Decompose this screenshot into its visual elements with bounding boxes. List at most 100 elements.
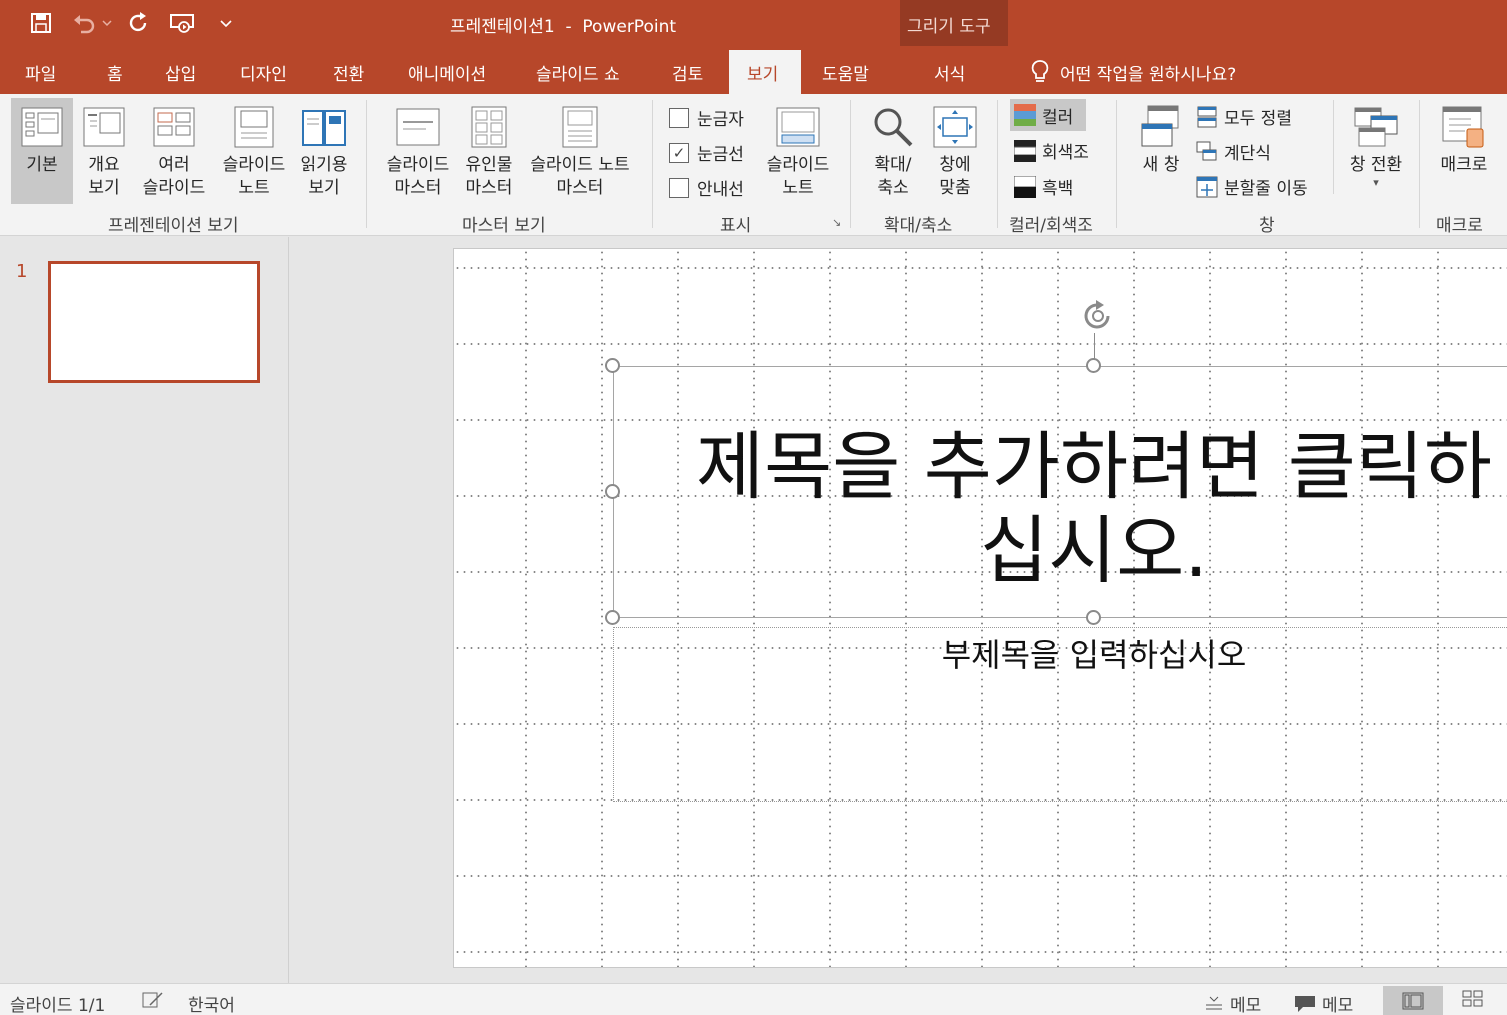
macros-button[interactable]: 매크로 <box>1428 98 1500 177</box>
guides-checkbox[interactable]: 안내선 <box>669 175 744 200</box>
rotate-handle-icon[interactable] <box>1078 299 1118 337</box>
comments-toggle-button[interactable]: 메모 <box>1294 991 1353 1015</box>
tell-me-box[interactable]: 어떤 작업을 원하시나요? <box>1030 59 1236 85</box>
ribbon-view: 기본 개요 보기 여러 슬라이드 슬라이드 노트 읽기용 보기 프레젠테이션 보… <box>0 94 1507 236</box>
tab-view[interactable]: 보기 <box>729 50 801 95</box>
notes-page-button[interactable]: 슬라이드 노트 <box>216 98 292 200</box>
bw-mode-button[interactable]: 흑백 <box>1014 174 1073 199</box>
grayscale-mode-button[interactable]: 회색조 <box>1014 138 1089 163</box>
normal-view-status-button[interactable] <box>1383 986 1443 1015</box>
group-label-pres-views: 프레젠테이션 보기 <box>108 216 239 236</box>
reading-view-button[interactable]: 읽기용 보기 <box>294 98 354 200</box>
notes-pane-button[interactable]: 슬라이드 노트 <box>760 98 836 200</box>
reading-view-label-2: 보기 <box>308 178 340 198</box>
slide[interactable]: 제목을 추가하려면 클릭하 십시오. 부제목을 입력하십시오 <box>453 248 1507 968</box>
tab-view-label: 보기 <box>747 65 779 85</box>
ribbon-separator <box>850 100 851 228</box>
tab-home[interactable]: 홈 <box>107 60 123 85</box>
arrange-all-button[interactable]: 모두 정렬 <box>1196 104 1292 129</box>
normal-view-button[interactable]: 기본 <box>11 98 73 204</box>
slide-sorter-icon <box>136 104 212 150</box>
ribbon-separator <box>997 100 998 228</box>
lightbulb-icon <box>1031 60 1049 82</box>
slideshow-from-start-icon[interactable] <box>168 10 196 36</box>
gridlines-checkbox[interactable]: ✓ 눈금선 <box>669 140 744 165</box>
show-dialog-launcher-icon[interactable]: ↘ <box>832 216 841 229</box>
zoom-label-1: 확대/ <box>874 155 912 175</box>
ruler-checkbox[interactable]: 눈금자 <box>669 105 744 130</box>
title-bar: 프레젠테이션1 - PowerPoint <box>0 0 1507 46</box>
tab-animations[interactable]: 애니메이션 <box>408 60 486 85</box>
comment-icon <box>1295 995 1315 1012</box>
resize-handle-left[interactable] <box>605 484 620 499</box>
notes-icon <box>1206 996 1222 1009</box>
tab-transitions[interactable]: 전환 <box>333 60 364 85</box>
zoom-button[interactable]: 확대/ 축소 <box>864 98 922 200</box>
notes-toggle-button[interactable]: 메모 <box>1204 991 1261 1015</box>
handout-master-label-1: 유인물 <box>465 155 513 175</box>
resize-handle-bottom[interactable] <box>1086 610 1101 625</box>
outline-view-button[interactable]: 개요 보기 <box>76 98 132 200</box>
notes-page-label-2: 노트 <box>238 178 270 198</box>
slide-sorter-button[interactable]: 여러 슬라이드 <box>136 98 212 200</box>
resize-handle-bottom-left[interactable] <box>605 610 620 625</box>
new-window-button[interactable]: 새 창 <box>1130 98 1192 177</box>
slide-number: 1 <box>16 261 28 282</box>
group-label-color: 컬러/회색조 <box>1009 216 1093 236</box>
undo-icon[interactable] <box>70 10 98 36</box>
outline-view-label-1: 개요 <box>88 155 120 175</box>
undo-dropdown-icon[interactable] <box>100 10 114 36</box>
new-window-icon <box>1130 104 1192 150</box>
subtitle-placeholder[interactable]: 부제목을 입력하십시오 <box>613 627 1507 802</box>
slide-thumbnail[interactable] <box>48 261 260 383</box>
redo-icon[interactable] <box>125 10 153 36</box>
customize-qat-icon[interactable] <box>216 10 236 36</box>
spellcheck-icon[interactable] <box>142 991 164 1009</box>
tab-file[interactable]: 파일 <box>25 60 56 85</box>
grayscale-mode-label: 회색조 <box>1042 143 1089 163</box>
title-placeholder-line-2: 십시오. <box>980 508 1208 594</box>
slide-master-icon <box>378 104 458 150</box>
resize-handle-top-left[interactable] <box>605 358 620 373</box>
magnifier-icon <box>864 104 922 150</box>
tab-insert[interactable]: 삽입 <box>165 60 196 85</box>
handout-master-button[interactable]: 유인물 마스터 <box>458 98 520 200</box>
move-split-button[interactable]: 분할줄 이동 <box>1196 174 1308 199</box>
language-indicator[interactable]: 한국어 <box>188 991 235 1015</box>
tell-me-text: 어떤 작업을 원하시나요? <box>1060 64 1237 85</box>
bw-mode-label: 흑백 <box>1042 179 1074 199</box>
arrange-all-label: 모두 정렬 <box>1224 109 1292 129</box>
slide-thumbnail-pane: 1 <box>0 237 289 983</box>
fit-to-window-button[interactable]: 창에 맞춤 <box>926 98 984 200</box>
tab-help[interactable]: 도움말 <box>822 60 869 85</box>
notes-master-icon <box>522 104 638 150</box>
resize-handle-top[interactable] <box>1086 358 1101 373</box>
group-label-window: 창 <box>1259 216 1275 236</box>
color-swatch-icon <box>1014 104 1036 126</box>
outline-view-label-2: 보기 <box>88 178 120 198</box>
color-mode-button[interactable]: 컬러 <box>1010 99 1086 131</box>
move-split-label: 분할줄 이동 <box>1224 179 1308 199</box>
color-mode-label: 컬러 <box>1042 107 1074 128</box>
switch-windows-button[interactable]: 창 전환 ▾ <box>1340 98 1412 189</box>
tab-format[interactable]: 서식 <box>934 60 965 85</box>
save-icon[interactable] <box>28 10 54 36</box>
ribbon-separator <box>1116 100 1117 228</box>
handout-master-icon <box>458 104 520 150</box>
tab-slideshow[interactable]: 슬라이드 쇼 <box>536 60 620 85</box>
notes-toggle-label: 메모 <box>1230 996 1262 1015</box>
title-placeholder[interactable]: 제목을 추가하려면 클릭하 십시오. <box>613 366 1507 618</box>
cascade-button[interactable]: 계단식 <box>1196 139 1271 164</box>
slide-sorter-status-icon[interactable] <box>1462 990 1484 1008</box>
macros-icon <box>1428 104 1500 150</box>
ribbon-separator <box>366 100 367 228</box>
notes-master-button[interactable]: 슬라이드 노트 마스터 <box>522 98 638 200</box>
zoom-label-2: 축소 <box>877 178 909 198</box>
tab-review[interactable]: 검토 <box>672 60 703 85</box>
ribbon-separator <box>1419 100 1420 228</box>
slide-master-button[interactable]: 슬라이드 마스터 <box>378 98 458 200</box>
normal-view-icon <box>11 104 73 150</box>
slide-sorter-label-2: 슬라이드 <box>142 178 206 198</box>
tab-design[interactable]: 디자인 <box>240 60 287 85</box>
gridlines-label: 눈금선 <box>697 145 744 165</box>
